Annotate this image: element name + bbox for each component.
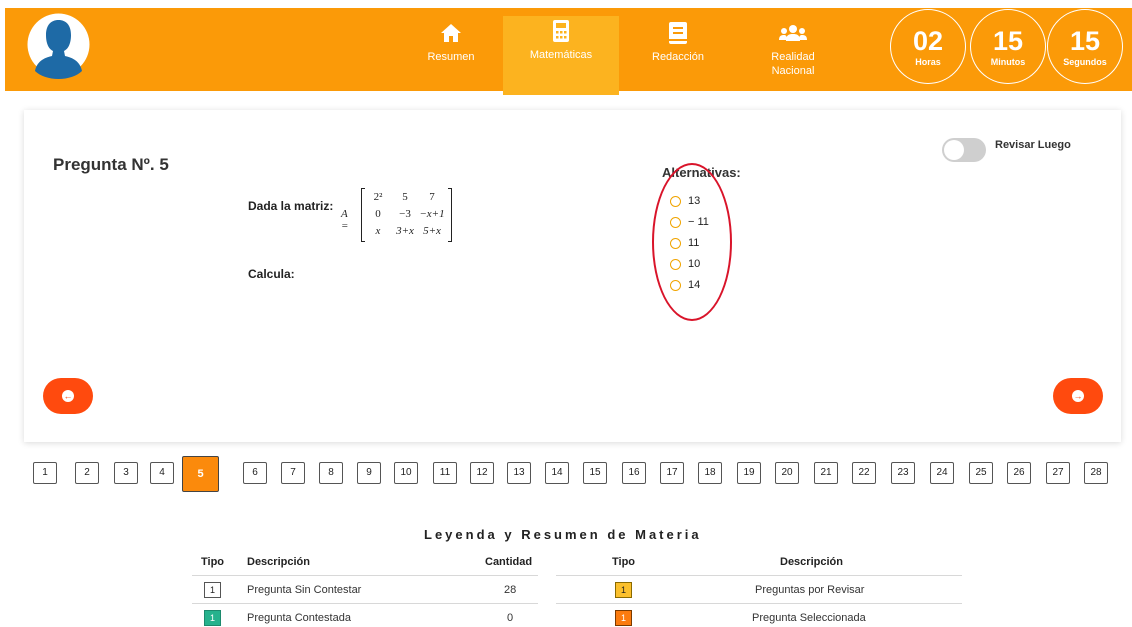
timer-minutes-label: Minutos xyxy=(990,57,1026,67)
page-button-26[interactable]: 26 xyxy=(1007,462,1031,484)
legend-divider xyxy=(192,603,538,604)
matrix-cell: 3+x xyxy=(396,225,414,237)
red-circle-annotation xyxy=(652,163,732,321)
tab-realidad-label-1: Realidad xyxy=(771,51,815,63)
matrix-bracket-right xyxy=(448,188,452,242)
matrix-cell: 5+x xyxy=(423,225,441,237)
legend-count-answered: 0 xyxy=(507,612,514,624)
page-button-5[interactable]: 5 xyxy=(182,456,219,492)
arrow-right-icon: → xyxy=(1072,390,1084,402)
tab-redaccion-label: Redacción xyxy=(652,51,704,63)
page-button-14[interactable]: 14 xyxy=(545,462,569,484)
tab-realidad-label-2: Nacional xyxy=(771,65,815,77)
legend-divider xyxy=(556,575,962,576)
legend-box-answered: 1 xyxy=(204,610,221,626)
calculator-icon xyxy=(553,20,569,42)
page-button-6[interactable]: 6 xyxy=(243,462,267,484)
timer-seconds-label: Segundos xyxy=(1063,57,1107,67)
legend-box-review: 1 xyxy=(615,582,632,598)
timer-minutes: 15 Minutos xyxy=(970,9,1046,84)
legend-divider xyxy=(192,575,538,576)
tab-resumen-label: Resumen xyxy=(427,51,475,63)
book-icon xyxy=(669,22,687,44)
page-button-19[interactable]: 19 xyxy=(737,462,761,484)
page-button-27[interactable]: 27 xyxy=(1046,462,1070,484)
legend-count-unanswered: 28 xyxy=(504,584,517,596)
toggle-knob xyxy=(944,140,964,160)
timer-hours: 02 Horas xyxy=(890,9,966,84)
page-button-2[interactable]: 2 xyxy=(75,462,99,484)
next-question-button[interactable]: → xyxy=(1053,378,1103,414)
tab-realidad-nacional[interactable]: Realidad Nacional xyxy=(760,18,826,96)
legend-header-tipo-right: Tipo xyxy=(612,556,636,568)
matrix-cell: 2² xyxy=(373,191,383,203)
matrix-cell: −x+1 xyxy=(419,208,445,220)
review-later-toggle[interactable] xyxy=(942,138,986,162)
page-button-7[interactable]: 7 xyxy=(281,462,305,484)
home-icon xyxy=(441,24,461,42)
legend-header-descripcion-right: Descripción xyxy=(780,556,843,568)
question-prompt: Calcula: xyxy=(248,267,295,281)
legend-desc-answered: Pregunta Contestada xyxy=(247,612,351,624)
legend-header-descripcion: Descripción xyxy=(247,556,310,568)
top-bar: Resumen Matemáticas Redacción Realidad N… xyxy=(5,8,1132,95)
question-title: Pregunta Nº. 5 xyxy=(53,155,169,174)
page-button-4[interactable]: 4 xyxy=(150,462,174,484)
timer-minutes-value: 15 xyxy=(992,26,1024,56)
legend-title: Leyenda y Resumen de Materia xyxy=(424,527,702,542)
timer-seconds-value: 15 xyxy=(1069,26,1101,56)
page-button-8[interactable]: 8 xyxy=(319,462,343,484)
matrix-cell: 5 xyxy=(402,191,408,203)
timer-hours-label: Horas xyxy=(915,57,941,67)
matrix-cell: x xyxy=(375,225,381,237)
legend-box-selected: 1 xyxy=(615,610,632,626)
legend-divider xyxy=(556,603,962,604)
tab-matematicas-label: Matemáticas xyxy=(529,49,593,61)
user-avatar[interactable] xyxy=(27,13,90,85)
tab-resumen[interactable]: Resumen xyxy=(422,18,480,96)
arrow-left-icon: ← xyxy=(62,390,74,402)
page-button-12[interactable]: 12 xyxy=(470,462,494,484)
users-icon xyxy=(779,25,807,41)
page-button-24[interactable]: 24 xyxy=(930,462,954,484)
page-button-11[interactable]: 11 xyxy=(433,462,457,484)
page-button-18[interactable]: 18 xyxy=(698,462,722,484)
legend-desc-review: Preguntas por Revisar xyxy=(755,584,865,596)
timer-hours-value: 02 xyxy=(912,26,944,56)
page-button-20[interactable]: 20 xyxy=(775,462,799,484)
page-button-15[interactable]: 15 xyxy=(583,462,607,484)
page-button-3[interactable]: 3 xyxy=(114,462,138,484)
page-button-21[interactable]: 21 xyxy=(814,462,838,484)
tab-matematicas[interactable]: Matemáticas xyxy=(503,16,619,95)
page-button-23[interactable]: 23 xyxy=(891,462,915,484)
page-button-25[interactable]: 25 xyxy=(969,462,993,484)
page-button-1[interactable]: 1 xyxy=(33,462,57,484)
page-button-16[interactable]: 16 xyxy=(622,462,646,484)
question-card: Pregunta Nº. 5 Revisar Luego Dada la mat… xyxy=(24,110,1121,442)
page-button-28[interactable]: 28 xyxy=(1084,462,1108,484)
question-statement: Dada la matriz: xyxy=(248,199,334,213)
tab-redaccion[interactable]: Redacción xyxy=(645,18,711,96)
matrix-name: A = xyxy=(341,208,349,232)
timer-seconds: 15 Segundos xyxy=(1047,9,1123,84)
page-button-22[interactable]: 22 xyxy=(852,462,876,484)
question-pagination: 1 2 3 4 5 6 7 8 9 10 11 12 13 14 15 16 17 18 19 20 21 22 23 24 2… xyxy=(33,456,1113,492)
page-button-9[interactable]: 9 xyxy=(357,462,381,484)
page-button-17[interactable]: 17 xyxy=(660,462,684,484)
legend-header-tipo: Tipo xyxy=(201,556,225,568)
matrix-cell: 0 xyxy=(375,208,381,220)
legend-header-cantidad: Cantidad xyxy=(485,556,533,568)
previous-question-button[interactable]: ← xyxy=(43,378,93,414)
review-later-label: Revisar Luego xyxy=(995,139,1071,151)
legend-desc-unanswered: Pregunta Sin Contestar xyxy=(247,584,362,596)
legend-desc-selected: Pregunta Seleccionada xyxy=(752,612,866,624)
page-button-13[interactable]: 13 xyxy=(507,462,531,484)
legend-box-unanswered: 1 xyxy=(204,582,221,598)
matrix-cell: −3 xyxy=(399,208,411,220)
page-button-10[interactable]: 10 xyxy=(394,462,418,484)
matrix-cell: 7 xyxy=(429,191,435,203)
